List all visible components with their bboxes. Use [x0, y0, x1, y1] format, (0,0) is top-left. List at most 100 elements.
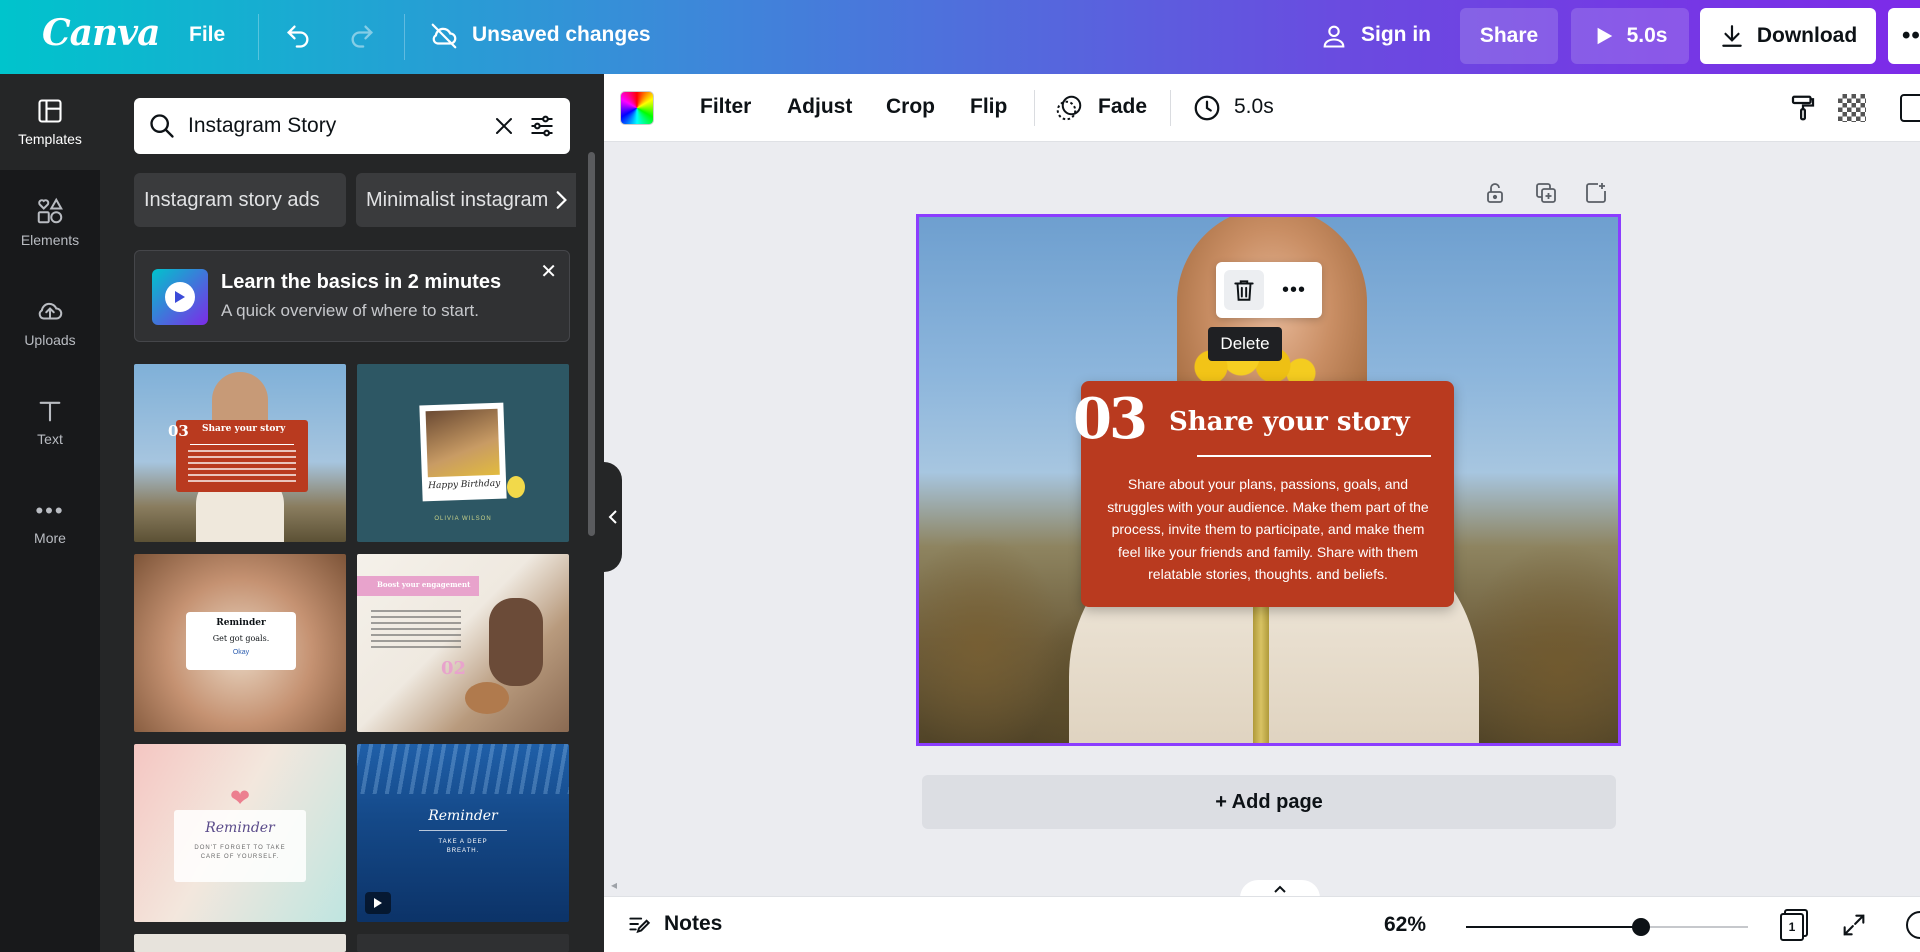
story-card: 03 Share your story — [168, 420, 308, 492]
search-icon — [150, 114, 174, 138]
fullscreen-icon[interactable] — [1840, 911, 1868, 944]
editor-toolbar: Filter Adjust Crop Flip Fade 5.0s — [604, 74, 1920, 142]
more-options-button[interactable]: ••• — [1888, 8, 1920, 64]
template-thumbnail[interactable]: Happy Birthday OLIVIA WILSON — [357, 364, 569, 542]
zoom-slider-thumb[interactable] — [1631, 918, 1650, 936]
zoom-slider[interactable] — [1466, 918, 1748, 936]
panel-scrollbar[interactable] — [588, 152, 595, 536]
rail-item-more[interactable]: ••• More — [0, 474, 100, 570]
share-button[interactable]: Share — [1460, 8, 1558, 64]
balloon-shape — [507, 476, 525, 498]
templates-icon — [38, 99, 62, 123]
duplicate-page-icon[interactable] — [1531, 178, 1561, 208]
story-number[interactable]: 03 — [1073, 389, 1148, 449]
template-thumbnail[interactable]: 03 Share your story — [134, 364, 346, 542]
zoom-slider-fill — [1466, 926, 1641, 928]
suggestion-chip[interactable]: Instagram story ads — [134, 173, 346, 227]
trash-icon[interactable] — [1224, 270, 1264, 310]
template-thumbnail[interactable]: Boost your engagement 02 — [357, 554, 569, 732]
chevron-right-icon[interactable] — [546, 173, 576, 227]
rail-label: Uploads — [24, 332, 76, 348]
flower-stems — [1253, 597, 1269, 743]
suggestion-chip[interactable]: Minimalist instagram — [356, 173, 576, 227]
paint-roller-icon[interactable] — [1788, 92, 1818, 129]
transparency-icon[interactable] — [1838, 94, 1866, 122]
text-icon — [39, 401, 61, 422]
rail-label: Templates — [18, 131, 82, 147]
uploads-icon — [38, 302, 63, 320]
clear-search-icon[interactable] — [492, 114, 516, 138]
download-icon — [1722, 25, 1742, 47]
rail-label: Elements — [20, 232, 80, 248]
story-text-box[interactable]: 03 Share your story Share about your pla… — [1073, 381, 1454, 607]
divider — [1170, 90, 1171, 126]
chevron-up-icon — [1274, 885, 1286, 893]
search-input[interactable] — [188, 114, 480, 138]
story-body[interactable]: Share about your plans, passions, goals,… — [1103, 473, 1433, 586]
save-status[interactable]: Unsaved changes — [472, 23, 651, 47]
scroll-left-icon[interactable]: ◂ — [611, 878, 617, 892]
lock-icon[interactable] — [1480, 178, 1510, 208]
adjust-button[interactable]: Adjust — [787, 95, 852, 119]
thumb-number: 03 — [168, 422, 189, 440]
thumb-number: 02 — [441, 658, 467, 679]
download-label: Download — [1756, 24, 1858, 47]
rail-item-uploads[interactable]: Uploads — [0, 274, 100, 370]
add-page-icon[interactable] — [1581, 178, 1611, 208]
element-action-bar: ••• — [1216, 262, 1322, 318]
zoom-value[interactable]: 62% — [1384, 913, 1426, 937]
rail-item-templates[interactable]: Templates — [0, 74, 100, 170]
thumb-text: Happy Birthday — [427, 478, 501, 492]
header-band: Boost your engagement — [357, 576, 479, 596]
template-thumbnail[interactable] — [357, 934, 569, 952]
download-button[interactable]: Download — [1700, 8, 1876, 64]
crop-button[interactable]: Crop — [886, 95, 935, 119]
color-picker-swatch[interactable] — [620, 91, 654, 125]
search-box — [134, 98, 570, 154]
chevron-left-icon — [608, 510, 617, 524]
photo-frame: Happy Birthday — [419, 402, 507, 502]
divider — [1034, 90, 1035, 126]
thumb-title: Reminder — [205, 820, 275, 836]
reminder-card: Reminder Get got goals. Okay — [186, 612, 296, 670]
position-icon[interactable] — [1900, 94, 1920, 122]
reminder-card: Reminder DON'T FORGET TO TAKE CARE OF YO… — [174, 810, 306, 882]
bottom-bar: Notes 62% 1 — [604, 896, 1920, 952]
divider — [258, 14, 259, 60]
learn-basics-card[interactable]: Learn the basics in 2 minutes A quick ov… — [134, 250, 570, 342]
fade-button[interactable]: Fade — [1098, 95, 1147, 119]
close-icon[interactable]: ✕ — [540, 259, 557, 284]
rail-item-text[interactable]: Text — [0, 374, 100, 470]
undo-icon[interactable] — [280, 18, 316, 54]
template-thumbnail[interactable]: Reminder TAKE A DEEP BREATH. — [357, 744, 569, 922]
add-page-button[interactable]: + Add page — [922, 775, 1616, 829]
templates-panel: Instagram story ads Minimalist instagram… — [100, 74, 604, 952]
flip-button[interactable]: Flip — [970, 95, 1007, 119]
cloud-unsaved-icon — [426, 18, 462, 54]
sign-in-link[interactable]: Sign in — [1361, 23, 1431, 47]
person-figure — [489, 598, 543, 686]
story-title[interactable]: Share your story — [1169, 407, 1410, 437]
help-icon[interactable] — [1906, 911, 1920, 939]
more-dots-icon[interactable]: ••• — [1274, 272, 1314, 308]
template-thumbnail[interactable] — [134, 934, 346, 952]
delete-tooltip: Delete — [1208, 327, 1282, 361]
filter-button[interactable]: Filter — [700, 95, 751, 119]
canva-logo[interactable]: Canva — [42, 12, 160, 54]
notes-button[interactable]: Notes — [626, 911, 722, 937]
user-icon[interactable] — [1316, 18, 1352, 54]
collapse-panel-handle[interactable] — [604, 462, 622, 572]
title-underline — [1197, 455, 1431, 457]
duration-button[interactable]: 5.0s — [1234, 95, 1274, 119]
filter-settings-icon[interactable] — [528, 112, 556, 140]
template-thumbnail[interactable]: ❤ Reminder DON'T FORGET TO TAKE CARE OF … — [134, 744, 346, 922]
page-count: 1 — [1780, 913, 1804, 941]
dog-figure — [465, 682, 509, 714]
file-menu[interactable]: File — [189, 23, 225, 47]
play-button[interactable]: 5.0s — [1571, 8, 1689, 64]
template-thumbnail[interactable]: Reminder Get got goals. Okay — [134, 554, 346, 732]
redo-icon[interactable] — [344, 18, 380, 54]
thumb-title: Boost your engagement — [377, 580, 471, 589]
rail-item-elements[interactable]: Elements — [0, 174, 100, 270]
page-count-button[interactable]: 1 — [1780, 909, 1810, 941]
